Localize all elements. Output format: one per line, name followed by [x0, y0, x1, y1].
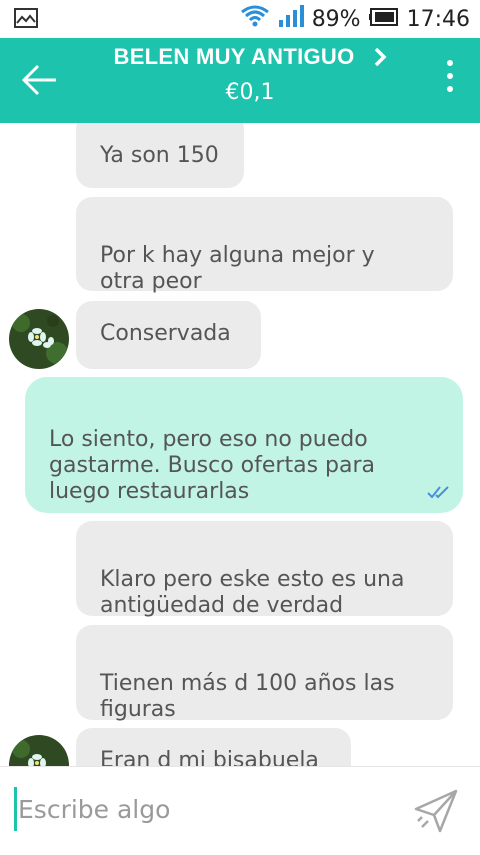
message-text: Por k hay alguna mejor y otra peor [100, 243, 375, 294]
conversation-title-block[interactable]: BELEN MUY ANTIGUO €0,1 [100, 44, 400, 105]
item-price: €0,1 [225, 80, 275, 105]
avatar[interactable] [9, 735, 69, 766]
battery-icon [368, 7, 399, 32]
message-list[interactable]: Ya son 150 Por k hay alguna mejor y otra… [0, 123, 480, 766]
signal-icon [278, 4, 304, 34]
message-outgoing: Lo siento, pero eso no puedo gastarme. B… [25, 377, 463, 513]
message-text: Eran d mi bisabuela [100, 748, 319, 766]
avatar-flower [9, 735, 69, 766]
composer [0, 766, 480, 855]
gallery-icon [14, 8, 38, 32]
back-button[interactable] [20, 60, 64, 100]
chat-header: BELEN MUY ANTIGUO €0,1 [0, 38, 480, 123]
message-incoming: Eran d mi bisabuela [76, 728, 351, 766]
send-button[interactable] [412, 787, 460, 835]
message-text: Conservada [100, 321, 231, 346]
message-incoming: Klaro pero eske esto es una antigüedad d… [76, 521, 453, 618]
message-incoming: Por k hay alguna mejor y otra peor [76, 197, 453, 294]
avatar[interactable] [9, 309, 69, 369]
chevron-right-icon [374, 47, 386, 67]
message-incoming: Ya son 150 [76, 123, 244, 188]
double-check-icon [427, 486, 449, 499]
status-bar: 89% 17:46 [0, 0, 480, 38]
message-text: Ya son 150 [100, 143, 219, 168]
wifi-icon [240, 4, 270, 34]
more-vert-icon[interactable] [438, 60, 462, 102]
text-cursor [14, 787, 17, 831]
clock: 17:46 [406, 6, 470, 32]
send-icon [414, 789, 458, 833]
avatar-flower [9, 309, 69, 369]
message-text: Klaro pero eske esto es una antigüedad d… [100, 567, 405, 618]
message-incoming: Conservada [76, 301, 261, 369]
conversation-title: BELEN MUY ANTIGUO [113, 44, 355, 69]
back-arrow-icon [21, 64, 56, 96]
message-incoming: Tienen más d 100 años las figuras [76, 625, 453, 722]
message-text: Tienen más d 100 años las figuras [100, 671, 395, 722]
battery-percent: 89% [311, 6, 361, 32]
message-input[interactable] [18, 781, 398, 837]
message-text: Lo siento, pero eso no puedo gastarme. B… [49, 427, 375, 504]
